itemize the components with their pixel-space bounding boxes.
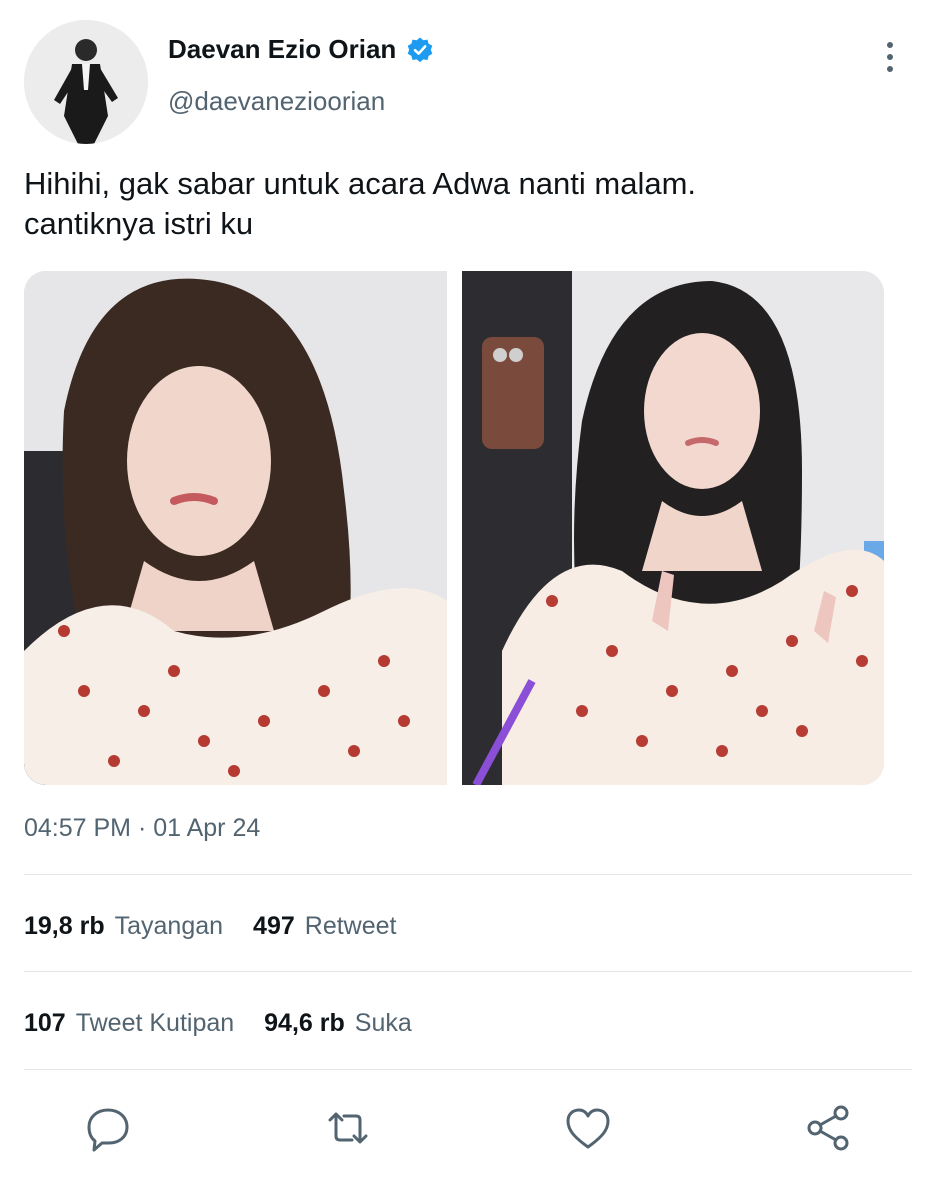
tweet-photo[interactable] [24, 271, 447, 785]
stats-row: 107 Tweet Kutipan 94,6 rb Suka [24, 1009, 442, 1038]
stats-row: 19,8 rb Tayangan 497 Retweet [24, 912, 426, 941]
quotes-stat[interactable]: 107 Tweet Kutipan [24, 1009, 234, 1038]
quotes-count: 107 [24, 1009, 66, 1037]
retweets-label: Retweet [304, 912, 397, 940]
views-stat[interactable]: 19,8 rb Tayangan [24, 912, 223, 941]
retweets-count: 497 [253, 912, 295, 940]
display-name[interactable]: Daevan Ezio Orian [168, 34, 396, 65]
action-bar [0, 1100, 936, 1156]
likes-label: Suka [354, 1009, 412, 1037]
handle[interactable]: @daevanezioorian [168, 86, 385, 117]
divider [24, 874, 912, 875]
reply-icon[interactable] [80, 1100, 136, 1156]
tweet-text-line: cantiknya istri ku [24, 206, 254, 241]
views-label: Tayangan [114, 912, 224, 940]
verified-badge-icon [406, 36, 434, 64]
likes-stat[interactable]: 94,6 rb Suka [264, 1009, 412, 1038]
quotes-label: Tweet Kutipan [75, 1009, 235, 1037]
views-count: 19,8 rb [24, 912, 105, 940]
tweet-header: Daevan Ezio Orian @daevanezioorian [24, 20, 912, 144]
avatar[interactable] [24, 20, 148, 144]
retweets-stat[interactable]: 497 Retweet [253, 912, 396, 941]
media-grid [24, 271, 884, 785]
divider [24, 1069, 912, 1070]
more-vertical-icon[interactable] [878, 42, 902, 78]
share-icon[interactable] [800, 1100, 856, 1156]
likes-count: 94,6 rb [264, 1009, 345, 1037]
tweet-text: Hihihi, gak sabar untuk acara Adwa nanti… [24, 164, 904, 244]
name-row: Daevan Ezio Orian [168, 34, 434, 65]
tweet-photo[interactable] [462, 271, 884, 785]
tweet-text-line: Hihihi, gak sabar untuk acara Adwa nanti… [24, 166, 697, 201]
retweet-icon[interactable] [320, 1100, 376, 1156]
tweet-timestamp[interactable]: 04:57 PM · 01 Apr 24 [24, 814, 260, 843]
heart-icon[interactable] [560, 1100, 616, 1156]
divider [24, 971, 912, 972]
